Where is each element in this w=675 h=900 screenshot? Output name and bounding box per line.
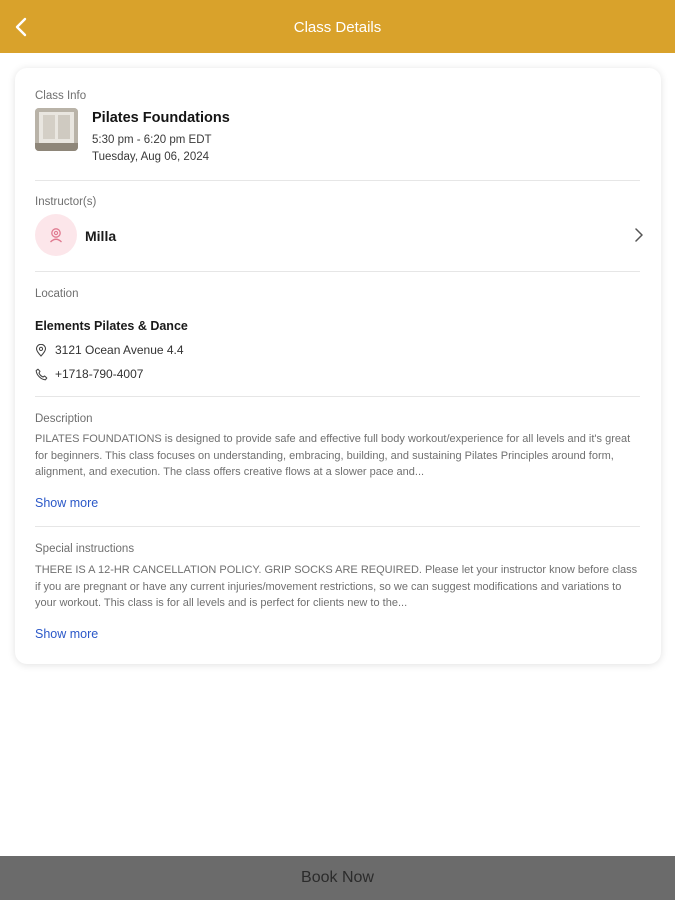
divider — [35, 396, 640, 397]
class-thumbnail — [35, 108, 78, 151]
class-name: Pilates Foundations — [92, 110, 230, 126]
class-time: 5:30 pm - 6:20 pm EDT — [92, 134, 212, 146]
description-text: PILATES FOUNDATIONS is designed to provi… — [35, 433, 631, 478]
description-show-more-link[interactable]: Show more — [35, 496, 98, 510]
divider — [35, 526, 640, 527]
avatar — [35, 214, 77, 256]
special-instructions-text: THERE IS A 12-HR CANCELLATION POLICY. GR… — [35, 564, 638, 609]
class-info-label: Class Info — [35, 90, 87, 102]
instructor-name: Milla — [85, 228, 117, 244]
location-label: Location — [35, 288, 79, 300]
special-instructions-label: Special instructions — [35, 543, 135, 555]
app-root: Class Details Class Info Pilates Foundat… — [0, 0, 675, 900]
class-details-card: Class Info Pilates Foundations 5:30 pm -… — [15, 68, 661, 664]
class-date: Tuesday, Aug 06, 2024 — [92, 151, 210, 163]
location-address-row[interactable]: 3121 Ocean Avenue 4.4 — [35, 342, 184, 358]
location-phone: +1718-790-4007 — [55, 367, 144, 381]
top-app-bar: Class Details — [0, 0, 675, 53]
location-phone-row[interactable]: +1718-790-4007 — [35, 366, 143, 382]
description-label: Description — [35, 413, 93, 425]
instructor-avatar-icon — [50, 228, 62, 243]
instructors-label: Instructor(s) — [35, 196, 97, 208]
special-instructions-show-more-link[interactable]: Show more — [35, 627, 98, 641]
map-pin-icon — [35, 343, 48, 357]
phone-icon — [35, 368, 48, 381]
class-image-icon — [35, 108, 78, 151]
divider — [35, 271, 640, 272]
location-name: Elements Pilates & Dance — [35, 319, 188, 333]
divider — [35, 180, 640, 181]
chevron-right-icon — [635, 228, 643, 242]
page-title: Class Details — [293, 19, 382, 36]
location-address: 3121 Ocean Avenue 4.4 — [55, 343, 184, 357]
book-now-button[interactable]: Book Now — [0, 856, 675, 900]
instructor-row-milla[interactable]: Milla — [35, 214, 645, 258]
